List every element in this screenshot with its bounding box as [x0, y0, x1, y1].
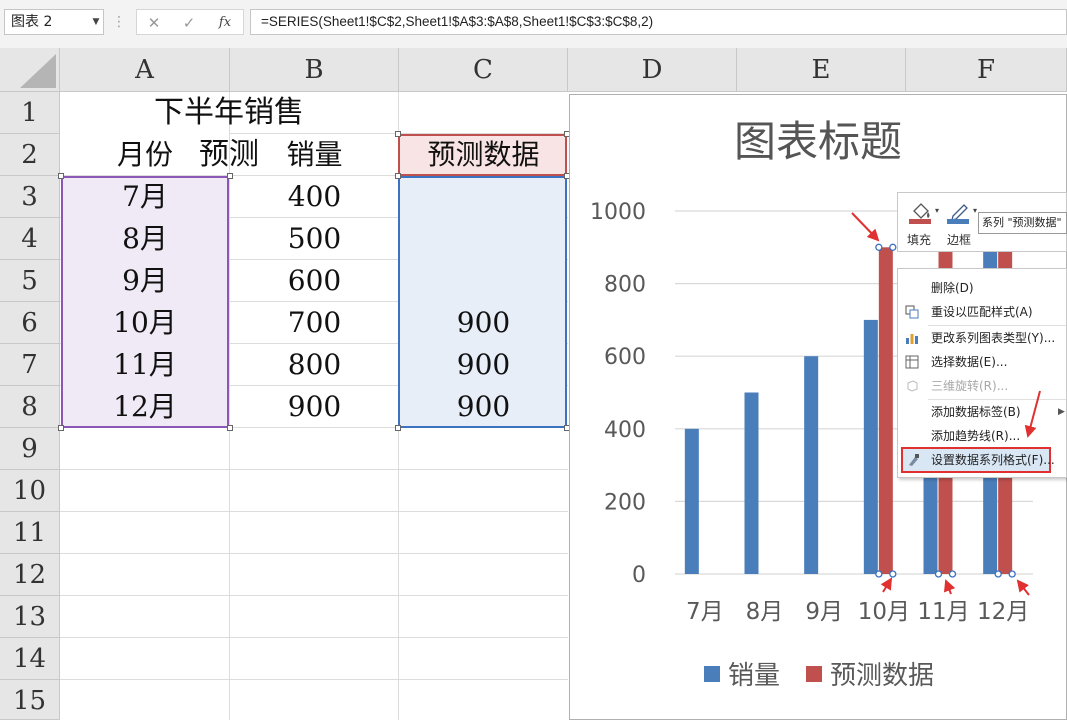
arrow-annotation — [851, 212, 880, 242]
arrow-annotation — [880, 577, 893, 593]
arrow-annotation — [1024, 390, 1041, 438]
arrow-annotation — [943, 579, 956, 595]
arrow-annotation — [1016, 579, 1030, 596]
annotation-arrows — [851, 212, 1041, 596]
